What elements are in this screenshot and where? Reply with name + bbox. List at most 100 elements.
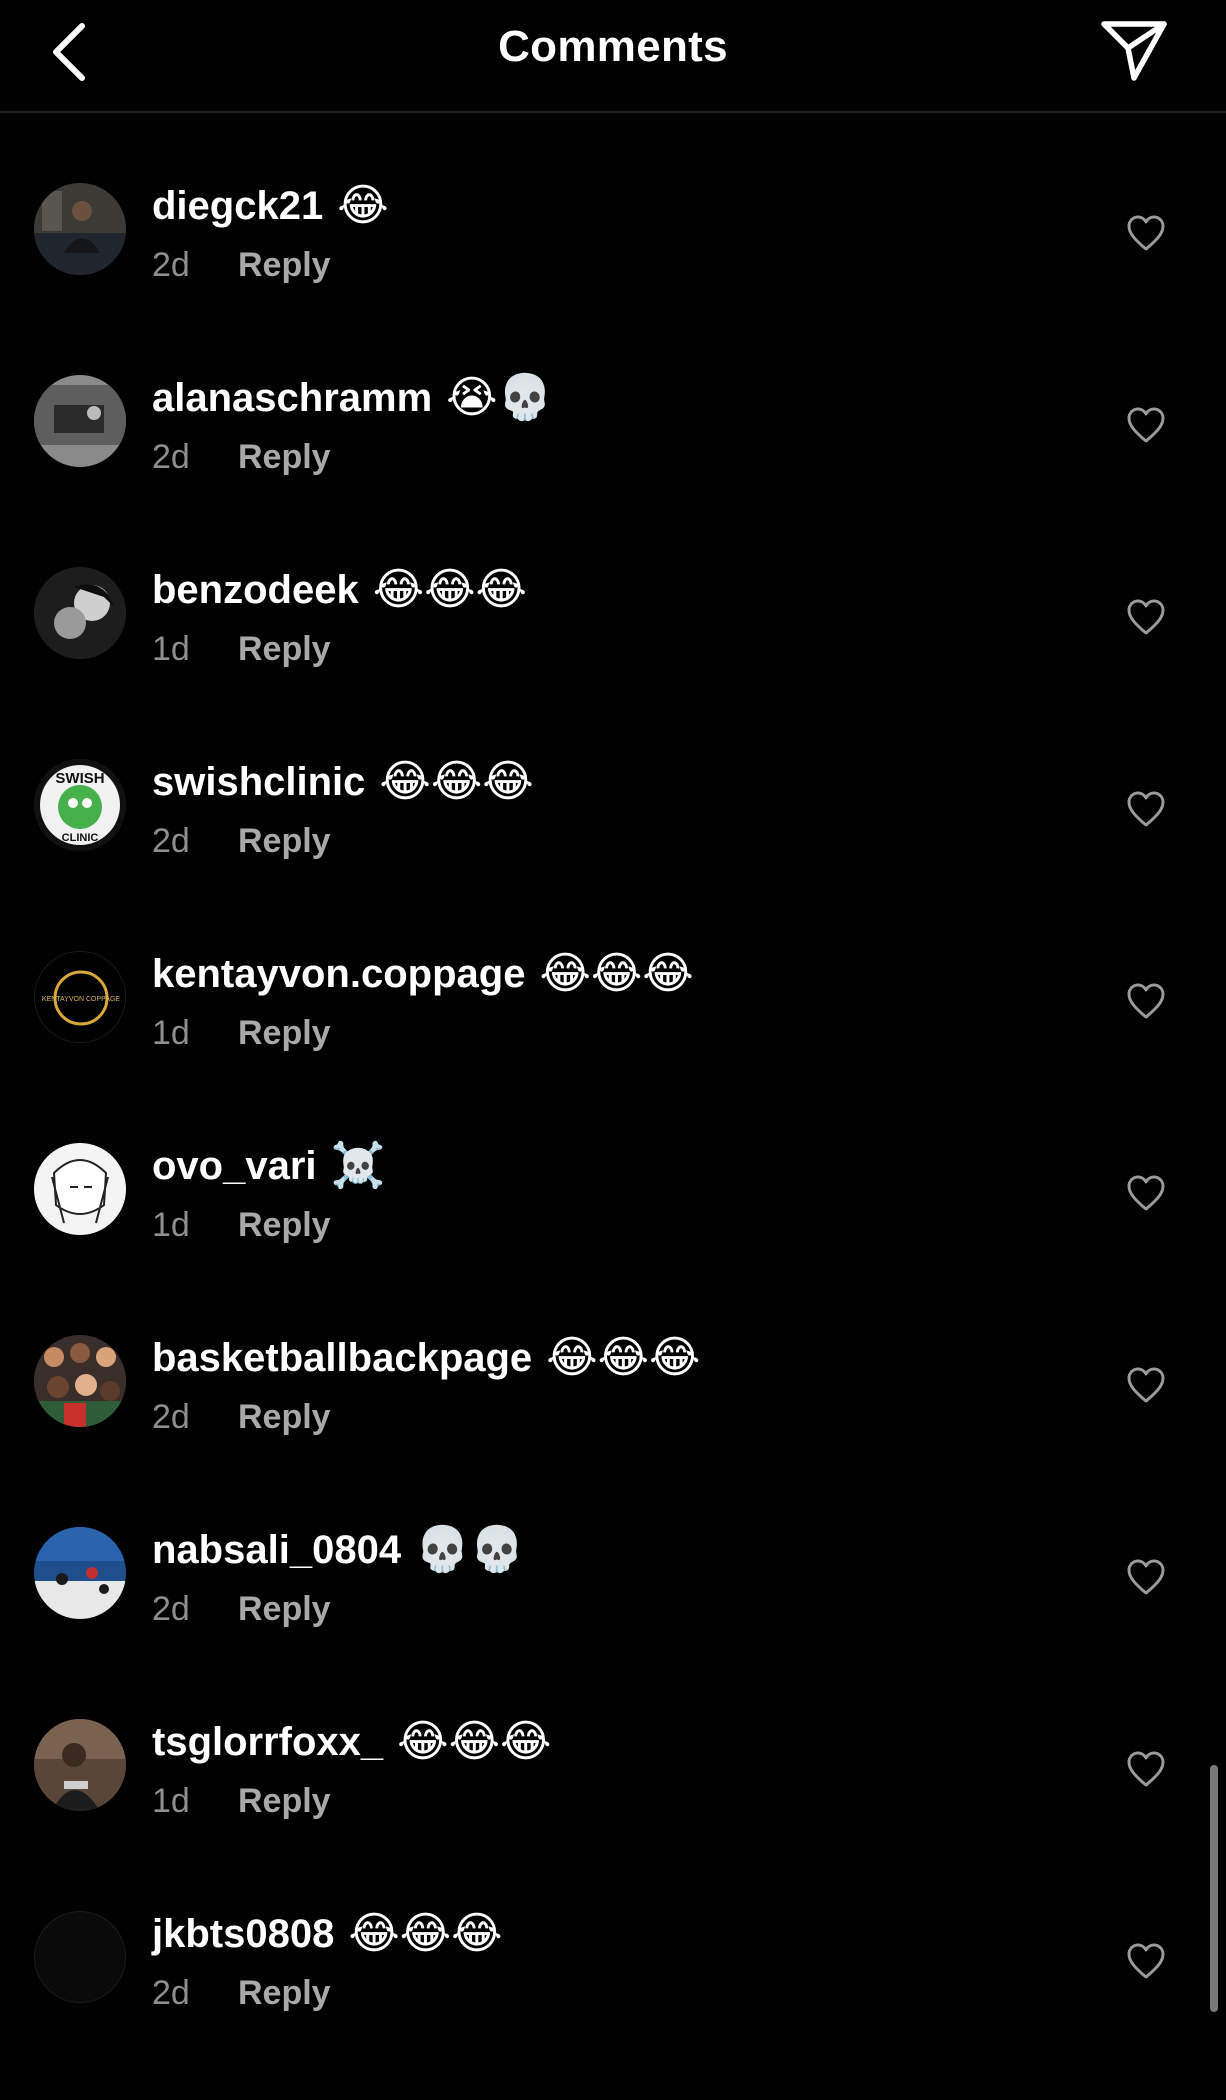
- username[interactable]: nabsali_0804: [152, 1528, 401, 1573]
- timestamp: 1d: [152, 1782, 190, 1820]
- username[interactable]: swishclinic: [152, 760, 365, 805]
- comment-row: tsglorrfoxx_ 😂😂😂 1d Reply: [0, 1716, 1226, 1908]
- username[interactable]: diegck21: [152, 184, 323, 229]
- comment-row: diegck21 😂 2d Reply: [0, 180, 1226, 372]
- avatar[interactable]: [34, 375, 126, 467]
- heart-icon: [1127, 1751, 1165, 1787]
- comment-text: tsglorrfoxx_ 😂😂😂: [152, 1716, 551, 1768]
- avatar[interactable]: KENTAYVON COPPAGE: [34, 951, 126, 1043]
- comment-row: ovo_vari ☠️ 1d Reply: [0, 1140, 1226, 1332]
- heart-icon: [1127, 1943, 1165, 1979]
- comment-text: swishclinic 😂😂😂: [152, 756, 534, 808]
- heart-icon: [1127, 215, 1165, 251]
- reply-button[interactable]: Reply: [238, 630, 331, 669]
- reply-button[interactable]: Reply: [238, 1974, 331, 2013]
- comment-row: nabsali_0804 💀💀 2d Reply: [0, 1524, 1226, 1716]
- heart-icon: [1127, 1559, 1165, 1595]
- comment-text: ovo_vari ☠️: [152, 1140, 385, 1192]
- paper-plane-icon: [1101, 21, 1167, 81]
- comment-text: alanaschramm 😭💀: [152, 372, 552, 424]
- comment-meta: 1d Reply: [152, 1206, 331, 1245]
- comment-text: basketballbackpage 😂😂😂: [152, 1332, 700, 1384]
- avatar-logo: KENTAYVON COPPAGE: [35, 952, 125, 1042]
- heart-icon: [1127, 791, 1165, 827]
- username[interactable]: tsglorrfoxx_: [152, 1720, 383, 1765]
- comment-meta: 2d Reply: [152, 246, 331, 285]
- comment-text: diegck21 😂: [152, 180, 389, 232]
- username[interactable]: kentayvon.coppage: [152, 952, 525, 997]
- avatar-photo: [34, 1719, 126, 1811]
- like-button[interactable]: [1126, 790, 1166, 830]
- avatar-logo-text-top: SWISH: [55, 770, 104, 787]
- heart-icon: [1127, 1175, 1165, 1211]
- comment-emojis: 😂😂😂: [348, 1908, 503, 1959]
- comment-emojis: 😂: [337, 180, 389, 231]
- header-bar: Comments: [0, 0, 1226, 113]
- avatar[interactable]: [34, 183, 126, 275]
- comment-meta: 1d Reply: [152, 630, 331, 669]
- like-button[interactable]: [1126, 598, 1166, 638]
- heart-icon: [1127, 983, 1165, 1019]
- avatar[interactable]: [34, 1719, 126, 1811]
- comment-meta: 2d Reply: [152, 438, 331, 477]
- like-button[interactable]: [1126, 1366, 1166, 1406]
- reply-button[interactable]: Reply: [238, 1782, 331, 1821]
- username[interactable]: jkbts0808: [152, 1912, 334, 1957]
- reply-button[interactable]: Reply: [238, 1590, 331, 1629]
- heart-icon: [1127, 599, 1165, 635]
- avatar-photo: [34, 183, 126, 275]
- avatar[interactable]: [34, 1911, 126, 2003]
- avatar[interactable]: SWISH CLINIC: [34, 759, 126, 851]
- comment-row: alanaschramm 😭💀 2d Reply: [0, 372, 1226, 564]
- reply-button[interactable]: Reply: [238, 246, 331, 285]
- avatar[interactable]: [34, 1143, 126, 1235]
- reply-button[interactable]: Reply: [238, 438, 331, 477]
- like-button[interactable]: [1126, 214, 1166, 254]
- comment-row: jkbts0808 😂😂😂 2d Reply: [0, 1908, 1226, 2100]
- comment-meta: 2d Reply: [152, 1590, 331, 1629]
- timestamp: 2d: [152, 1974, 190, 2012]
- comment-text: benzodeek 😂😂😂: [152, 564, 527, 616]
- avatar-photo: [34, 375, 126, 467]
- username[interactable]: basketballbackpage: [152, 1336, 532, 1381]
- comment-emojis: ☠️: [330, 1140, 386, 1191]
- share-button[interactable]: [1098, 12, 1170, 84]
- scrollbar[interactable]: [1210, 1765, 1218, 2012]
- timestamp: 1d: [152, 1206, 190, 1244]
- avatar-photo: [34, 567, 126, 659]
- reply-button[interactable]: Reply: [238, 822, 331, 861]
- like-button[interactable]: [1126, 1942, 1166, 1982]
- comment-text: kentayvon.coppage 😂😂😂: [152, 948, 694, 1000]
- reply-button[interactable]: Reply: [238, 1206, 331, 1245]
- avatar-photo: [34, 1527, 126, 1619]
- like-button[interactable]: [1126, 1558, 1166, 1598]
- like-button[interactable]: [1126, 406, 1166, 446]
- like-button[interactable]: [1126, 1174, 1166, 1214]
- avatar-collage: [34, 1335, 126, 1427]
- comment-meta: 2d Reply: [152, 1974, 331, 2013]
- username[interactable]: ovo_vari: [152, 1144, 317, 1189]
- comment-emojis: 😂😂😂: [546, 1332, 701, 1383]
- reply-button[interactable]: Reply: [238, 1398, 331, 1437]
- reply-button[interactable]: Reply: [238, 1014, 331, 1053]
- timestamp: 1d: [152, 1014, 190, 1052]
- comment-emojis: 😂😂😂: [372, 564, 527, 615]
- timestamp: 2d: [152, 1398, 190, 1436]
- comment-emojis: 😂😂😂: [539, 948, 694, 999]
- comment-emojis: 😭💀: [446, 372, 553, 423]
- comment-row: benzodeek 😂😂😂 1d Reply: [0, 564, 1226, 756]
- username[interactable]: benzodeek: [152, 568, 359, 613]
- timestamp: 2d: [152, 822, 190, 860]
- avatar[interactable]: [34, 1335, 126, 1427]
- comment-row: SWISH CLINIC swishclinic 😂😂😂 2d Reply: [0, 756, 1226, 948]
- comment-row: basketballbackpage 😂😂😂 2d Reply: [0, 1332, 1226, 1524]
- comment-emojis: 😂😂😂: [379, 756, 534, 807]
- comment-meta: 2d Reply: [152, 822, 331, 861]
- comment-emojis: 😂😂😂: [397, 1716, 552, 1767]
- avatar[interactable]: [34, 1527, 126, 1619]
- like-button[interactable]: [1126, 982, 1166, 1022]
- avatar[interactable]: [34, 567, 126, 659]
- like-button[interactable]: [1126, 1750, 1166, 1790]
- username[interactable]: alanaschramm: [152, 376, 432, 421]
- avatar-logo-text-bottom: CLINIC: [62, 832, 99, 844]
